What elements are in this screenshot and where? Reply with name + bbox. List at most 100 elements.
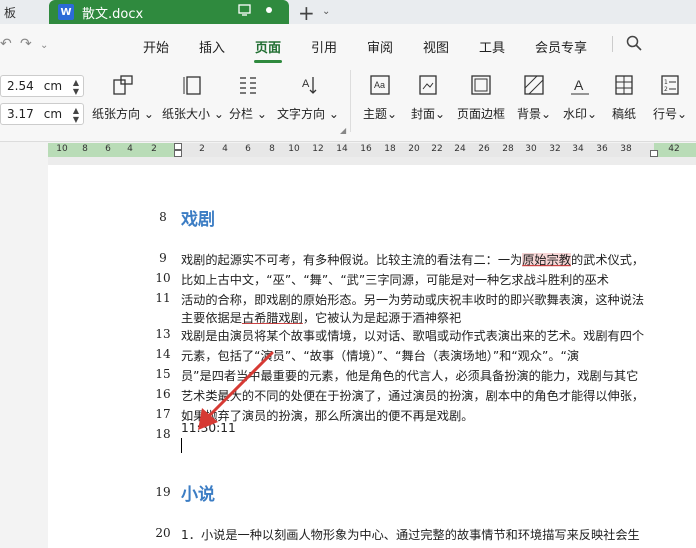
margin-bottom-field[interactable]: 3.17 cm ▲ ▼ (0, 103, 84, 125)
paragraph-line[interactable]: 戏剧的起源实不可考，有多种假说。比较主流的看法有二：一为原始宗教的武术仪式， (181, 250, 644, 268)
paragraph-line[interactable]: 艺术类最大的不同的处便在于扮演了，通过演员的扮演，剧本中的角色才能得以伸张， (181, 386, 644, 404)
manuscript-button[interactable]: 稿纸 (606, 64, 642, 136)
text-direction-button[interactable]: A 文字方向 ⌄ (276, 64, 340, 136)
menu-view[interactable]: 视图 (423, 37, 449, 56)
menu-member[interactable]: 会员专享 (535, 37, 587, 56)
ruler-tick: 6 (105, 144, 111, 154)
cover-button[interactable]: 封面⌄ (406, 64, 450, 136)
theme-label: 主题⌄ (362, 107, 398, 121)
columns-button[interactable]: 分栏 ⌄ (228, 64, 268, 136)
watermark-icon: A (571, 77, 589, 95)
menu-review[interactable]: 审阅 (367, 37, 393, 56)
page-border-icon (471, 75, 491, 95)
ruler-tick: 24 (454, 144, 466, 154)
heading-drama[interactable]: 戏剧 (181, 205, 215, 230)
menu-tools[interactable]: 工具 (479, 37, 505, 56)
ruler-tick: 36 (596, 144, 608, 154)
comment-highlight[interactable]: 原始宗教 (522, 253, 571, 267)
menu-references[interactable]: 引用 (311, 37, 337, 56)
svg-text:2: 2 (664, 86, 668, 93)
watermark-button[interactable]: A 水印⌄ (558, 64, 602, 136)
paragraph-line[interactable]: 活动的合称，即戏剧的原始形态。另一为劳动或庆祝丰收时的即兴歌舞表演，这种说法 (181, 290, 644, 308)
spinner-icon[interactable]: ▲ ▼ (73, 78, 79, 96)
paper-size-button[interactable]: 纸张大小 ⌄ (160, 64, 226, 136)
paragraph-line[interactable]: 戏剧是由演员将某个故事或情境，以对话、歌唱或动作式表演出来的艺术。戏剧有四个 (181, 326, 644, 344)
background-icon (524, 75, 544, 95)
ruler-tick: 14 (336, 144, 348, 154)
line-number: 15 (155, 367, 171, 381)
menu-home[interactable]: 开始 (143, 37, 169, 56)
search-icon[interactable] (626, 35, 642, 51)
line-number-button[interactable]: 12 行号⌄ (648, 64, 692, 136)
orientation-button[interactable]: 纸张方向 ⌄ (90, 64, 156, 136)
active-tab-indicator (254, 60, 282, 63)
right-indent-marker[interactable] (650, 150, 658, 157)
ribbon-menu: ↶ ↷ ⌄ 开始 插入 页面 引用 审阅 视图 工具 会员专享 (0, 24, 696, 64)
line-number: 11 (155, 291, 171, 305)
line-number: 19 (155, 485, 171, 499)
svg-text:A: A (302, 78, 310, 90)
left-indent-marker[interactable] (174, 150, 182, 157)
line-number: 18 (155, 427, 171, 441)
chevron-down-icon[interactable]: ⌄ (40, 40, 48, 51)
ruler-tick: 16 (360, 144, 372, 154)
heading-novel[interactable]: 小说 (181, 480, 215, 505)
line-number: 10 (155, 271, 171, 285)
ruler-tick: 10 (56, 144, 68, 154)
dot-icon[interactable] (263, 4, 275, 16)
paragraph-line[interactable]: 元素，包括了“演员”、“故事（情境）”、“舞台（表演场地）”和“观众”。“演 (181, 346, 579, 364)
line-number: 8 (159, 210, 167, 224)
line-number: 20 (155, 526, 171, 540)
divider (612, 36, 613, 52)
columns-icon (240, 77, 256, 94)
menu-insert[interactable]: 插入 (199, 37, 225, 56)
word-doc-icon: W (58, 4, 74, 20)
paragraph-line[interactable]: 员”是四者当中最重要的元素，他是角色的代言人，必须具备扮演的能力，戏剧与其它 (181, 366, 638, 384)
text-cursor (181, 438, 182, 453)
theme-icon: Aa (370, 75, 390, 95)
cover-label: 封面⌄ (410, 107, 446, 121)
toolbar-separator (350, 70, 351, 132)
svg-text:A: A (574, 77, 584, 93)
link-text[interactable]: 古希腊戏剧 (242, 311, 303, 325)
line-number-label: 行号⌄ (652, 107, 688, 121)
redo-icon[interactable]: ↷ (20, 36, 32, 52)
dialog-launcher-icon[interactable]: ◢ (340, 126, 346, 135)
paragraph-line[interactable]: 主要依据是古希腊戏剧，它被认为是起源于酒神祭祀 (181, 308, 461, 326)
ruler-tick: 30 (525, 144, 537, 154)
ruler-tick: 20 (408, 144, 420, 154)
manuscript-icon (615, 75, 633, 95)
undo-arrow-icon[interactable]: ↶ (0, 36, 12, 52)
paragraph-line[interactable]: 1．小说是一种以刻画人物形象为中心、通过完整的故事情节和环境描写来反映社会生 (181, 525, 640, 543)
horizontal-ruler[interactable]: 10 8 6 4 2 2 4 6 8 10 12 14 16 18 20 22 … (48, 143, 696, 157)
previous-tab[interactable]: 板 (0, 0, 22, 24)
first-line-indent-marker[interactable] (174, 143, 182, 150)
spinner-icon[interactable]: ▲ ▼ (73, 106, 79, 124)
background-button[interactable]: 背景⌄ (512, 64, 556, 136)
page-toolbar: 2.54 cm ▲ ▼ 3.17 cm ▲ ▼ 纸张方向 ⌄ 纸张大小 ⌄ 分栏 ⌄… (0, 64, 696, 142)
margin-top-field[interactable]: 2.54 cm ▲ ▼ (0, 75, 84, 97)
ruler-tick: 8 (82, 144, 88, 154)
chevron-down-icon[interactable]: ⌄ (322, 6, 330, 17)
time-text[interactable]: 11:30:11 (181, 421, 236, 435)
line-number: 13 (155, 327, 171, 341)
document-page[interactable]: 8 戏剧 9 戏剧的起源实不可考，有多种假说。比较主流的看法有二：一为原始宗教的… (48, 165, 696, 548)
manuscript-label: 稿纸 (611, 107, 636, 121)
monitor-icon[interactable] (238, 4, 251, 16)
ruler-tick: 6 (245, 144, 251, 154)
new-tab-button[interactable]: + (298, 1, 315, 25)
paragraph-line[interactable]: 比如上古中文，“巫”、“舞”、“武”三字同源，可能是对一种乞求战斗胜利的巫术 (181, 270, 609, 288)
page-border-button[interactable]: 页面边框 (454, 64, 508, 136)
ruler-tick: 4 (222, 144, 228, 154)
text-direction-icon: A (302, 77, 317, 94)
margin-bottom-unit: cm (43, 107, 63, 121)
document-title: 散文.docx (82, 6, 144, 22)
background-label: 背景⌄ (516, 107, 552, 121)
menu-page[interactable]: 页面 (255, 37, 281, 56)
ruler-tick: 32 (549, 144, 561, 154)
line-number: 17 (155, 407, 171, 421)
theme-button[interactable]: Aa 主题⌄ (358, 64, 402, 136)
document-tab[interactable]: W 散文.docx (49, 0, 289, 24)
watermark-label: 水印⌄ (562, 107, 598, 121)
title-bar: 板 W 散文.docx + ⌄ (0, 0, 696, 25)
